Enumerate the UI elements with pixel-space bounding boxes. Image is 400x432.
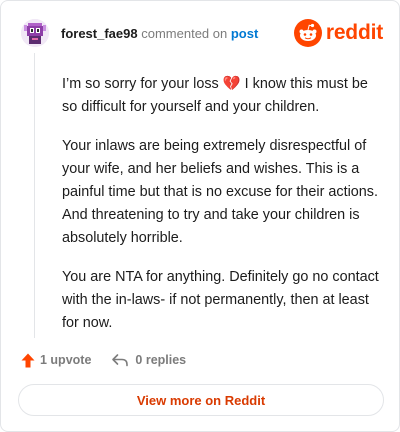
comment-paragraph: You are NTA for anything. Definitely go …	[62, 269, 379, 331]
username-link[interactable]: forest_fae98	[61, 26, 138, 41]
reply-button[interactable]: 0 replies	[111, 353, 186, 367]
reddit-logo[interactable]: reddit	[293, 19, 383, 47]
comment-header: forest_fae98 commented on post reddit	[21, 19, 383, 49]
comment-meta: forest_fae98 commented on post	[61, 26, 258, 42]
comment-text: I’m so sorry for your loss	[62, 76, 223, 92]
comment-paragraph: I’m so sorry for your loss 💔 I know this…	[62, 73, 384, 119]
comment-body: I’m so sorry for your loss 💔 I know this…	[62, 73, 384, 351]
post-link[interactable]: post	[231, 26, 258, 41]
upvote-arrow-icon	[21, 353, 35, 368]
reply-arrow-icon	[111, 353, 129, 367]
replies-count: 0 replies	[135, 353, 187, 367]
view-more-button[interactable]: View more on Reddit	[18, 384, 384, 416]
reddit-wordmark: reddit	[325, 21, 383, 44]
comment-actions: 1 upvote 0 replies	[21, 349, 186, 371]
embedded-comment-card: forest_fae98 commented on post reddit I’…	[0, 0, 400, 432]
broken-heart-icon: 💔	[222, 76, 241, 92]
action-text: commented on	[141, 26, 228, 41]
avatar-icon[interactable]	[21, 19, 49, 47]
upvote-button[interactable]: 1 upvote	[21, 353, 91, 368]
comment-paragraph: Your inlaws are being extremely disrespe…	[62, 138, 378, 246]
thread-line[interactable]	[34, 53, 35, 338]
reddit-logo-icon	[293, 19, 322, 47]
upvote-count: 1 upvote	[40, 353, 92, 367]
